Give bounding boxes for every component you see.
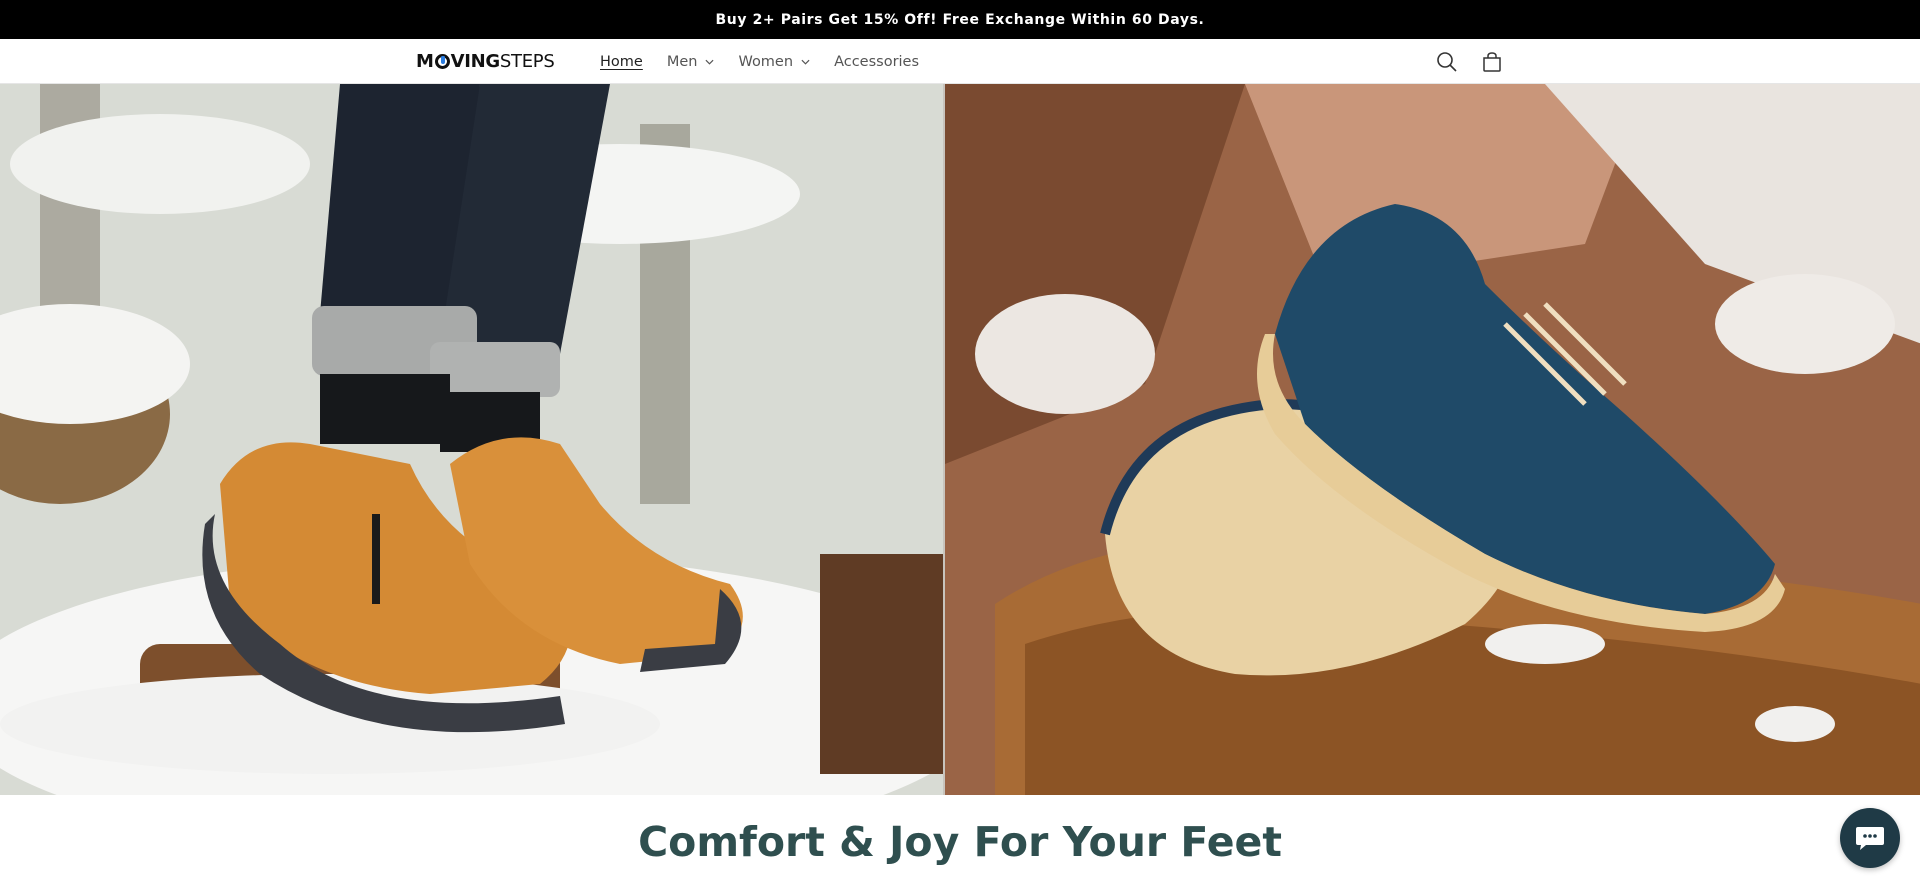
chat-button[interactable] [1840, 808, 1900, 868]
cart-icon [1483, 52, 1501, 72]
nav-item-accessories[interactable]: Accessories [834, 54, 919, 70]
announcement-text: Buy 2+ Pairs Get 15% Off! Free Exchange … [715, 11, 1205, 28]
chat-icon [1856, 827, 1884, 850]
section-title: Comfort & Joy For Your Feet [638, 818, 1282, 866]
winter-boots-image [0, 84, 943, 795]
hero-image-left[interactable] [0, 84, 943, 795]
hero-image-right[interactable] [943, 84, 1920, 795]
cart-button[interactable] [1479, 49, 1505, 75]
search-icon [1437, 52, 1457, 72]
brand-logo[interactable]: M VING STEPS [416, 50, 555, 72]
chevron-down-icon [705, 59, 714, 65]
chevron-down-icon [801, 59, 810, 65]
site-header: M VING STEPS Home Men Women Accessories [0, 39, 1920, 84]
main-nav: Home Men Women Accessories [600, 39, 943, 84]
search-button[interactable] [1434, 49, 1460, 75]
hero-banner [0, 84, 1920, 795]
blue-shoe-image [945, 84, 1920, 795]
nav-item-women[interactable]: Women [738, 54, 810, 70]
nav-item-home[interactable]: Home [600, 54, 643, 70]
announcement-bar: Buy 2+ Pairs Get 15% Off! Free Exchange … [0, 0, 1920, 39]
nav-item-men[interactable]: Men [667, 54, 715, 70]
